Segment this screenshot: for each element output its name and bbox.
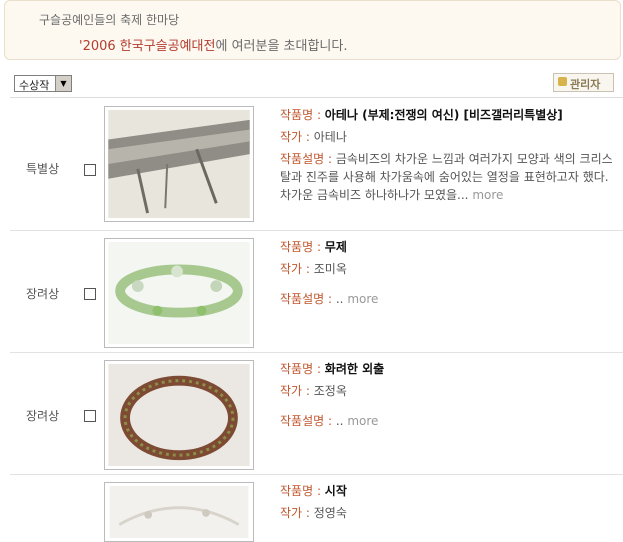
author-label: 작가 [280,262,303,276]
artwork-info: 작품명 : 무제 작가 : 조미옥 작품설명 : .. more [280,240,379,306]
artwork-image [108,364,250,466]
banner-invitation-rest: 에 여러분을 초대합니다. [215,39,348,54]
description-label: 작품설명 [280,152,325,166]
title-label: 작품명 [280,240,314,254]
artwork-info: 작품명 : 시작 작가 : 정영숙 [280,484,347,520]
artwork-info: 작품명 : 화려한 외출 작가 : 조정옥 작품설명 : .. more [280,362,385,428]
event-banner: 구슬공예인들의 축제 한마당 '2006 한국구슬공예대전에 여러분을 초대합니… [4,0,621,60]
artwork-author: 조정옥 [313,384,347,398]
artwork-image [109,486,249,538]
select-checkbox[interactable] [84,288,96,300]
list-item: 장려상 작품명 : 무제 작가 : 조미옥 작품설명 : .. more [10,230,623,353]
admin-button[interactable]: 관리자 [553,73,614,92]
list-item: 장려상 작품명 : 화려한 외출 작가 : 조정옥 작품설명 : .. more [10,352,623,475]
artwork-author: 정영숙 [313,506,347,520]
artwork-image [108,242,250,344]
chevron-down-icon[interactable]: ▼ [55,76,71,91]
artwork-title[interactable]: 무제 [325,240,347,254]
select-checkbox[interactable] [84,164,96,176]
title-label: 작품명 [280,484,314,498]
artwork-description: .. [335,414,344,428]
artwork-thumbnail[interactable] [104,106,254,222]
award-filter-value: 수상작 [19,79,50,92]
lock-icon [558,77,567,86]
author-label: 작가 [280,384,303,398]
artwork-description: .. [335,292,344,306]
award-label: 장려상 [26,287,60,301]
list-item: 작품명 : 시작 작가 : 정영숙 [10,474,623,542]
artwork-info: 작품명 : 아테나 (부제:전쟁의 여신) [비즈갤러리특별상] 작가 : 아테… [280,108,613,202]
artwork-thumbnail[interactable] [104,238,254,348]
artwork-title[interactable]: 아테나 (부제:전쟁의 여신) [비즈갤러리특별상] [325,108,563,122]
artwork-author: 조미옥 [313,262,347,276]
more-link[interactable]: more [347,292,378,306]
author-label: 작가 [280,506,303,520]
banner-event-name: '2006 한국구슬공예대전 [79,39,216,54]
artwork-title[interactable]: 화려한 외출 [325,362,384,376]
banner-tagline: 구슬공예인들의 축제 한마당 [39,13,180,27]
artwork-thumbnail[interactable] [104,360,254,470]
author-label: 작가 [280,130,303,144]
artwork-image [108,110,250,218]
artwork-title[interactable]: 시작 [325,484,347,498]
award-label: 특별상 [26,162,60,176]
description-label: 작품설명 [280,414,325,428]
more-link[interactable]: more [347,414,378,428]
title-label: 작품명 [280,362,314,376]
award-filter-select[interactable]: 수상작 ▼ [14,75,72,92]
artwork-thumbnail[interactable] [104,482,254,542]
description-label: 작품설명 [280,292,325,306]
admin-button-label: 관리자 [570,78,601,91]
award-label: 장려상 [26,409,60,423]
banner-invitation: '2006 한국구슬공예대전에 여러분을 초대합니다. [79,35,347,54]
title-label: 작품명 [280,108,314,122]
select-checkbox[interactable] [84,410,96,422]
more-link[interactable]: more [472,188,503,202]
artwork-author: 아테나 [313,130,347,144]
list-item: 특별상 작품명 : 아테나 (부제:전쟁의 여신) [비즈갤러리특별상] 작가 … [10,98,623,231]
